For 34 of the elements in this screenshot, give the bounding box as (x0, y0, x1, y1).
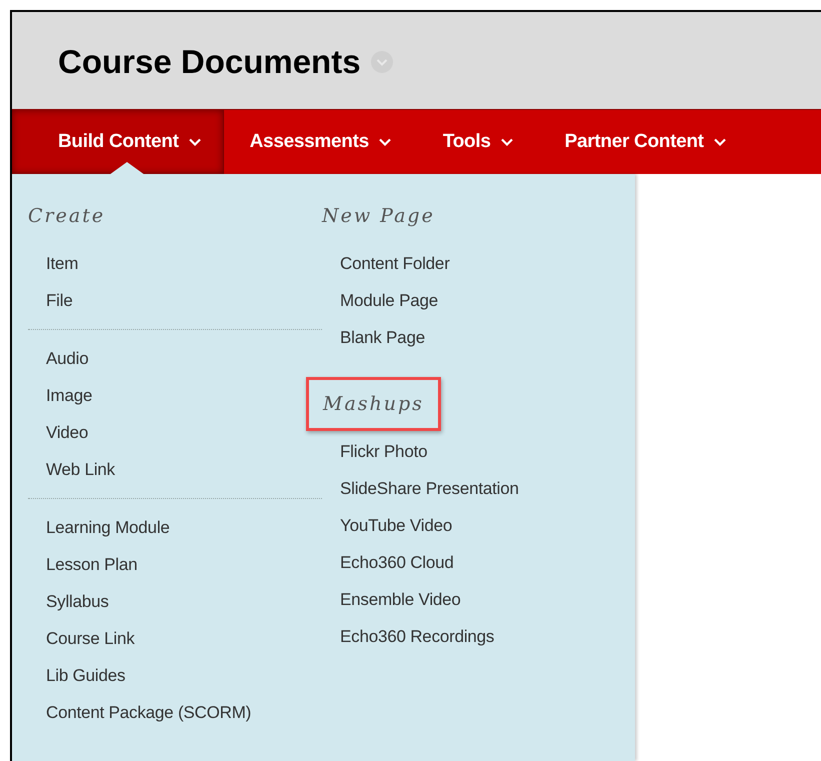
chevron-down-icon (188, 138, 201, 146)
menu-item[interactable]: Web Link (28, 451, 115, 488)
menu-item[interactable]: Image (28, 377, 92, 414)
menu-item[interactable]: Learning Module (28, 509, 170, 546)
menu-item[interactable]: Item (28, 245, 78, 282)
chevron-down-icon (378, 138, 391, 146)
menu-item[interactable]: Audio (28, 340, 88, 377)
section-heading: New Page (322, 204, 435, 229)
chevron-down-icon (500, 138, 513, 146)
menu-item[interactable]: Echo360 Cloud (322, 544, 454, 581)
menu-item[interactable]: Module Page (322, 282, 438, 319)
nav-tab[interactable]: Assessments (224, 110, 417, 174)
menu-item[interactable]: Lesson Plan (28, 546, 138, 583)
menu-item[interactable]: Content Folder (322, 245, 450, 282)
menu-item[interactable]: Ensemble Video (322, 581, 461, 618)
menu-item[interactable]: Echo360 Recordings (322, 618, 494, 655)
section-heading: Mashups (306, 376, 441, 432)
menu-item[interactable]: Video (28, 414, 88, 451)
menu-item[interactable]: Blank Page (322, 319, 425, 356)
menu-item[interactable]: YouTube Video (322, 507, 452, 544)
chevron-down-icon (714, 138, 726, 146)
nav-tab[interactable]: Build Content (12, 110, 224, 174)
menu-item[interactable]: Syllabus (28, 583, 109, 620)
chevron-down-icon[interactable] (370, 50, 393, 72)
section-heading: Create (28, 204, 106, 229)
nav-tab[interactable]: Tools (416, 110, 539, 174)
menu-item[interactable]: Course Link (28, 620, 135, 657)
nav-tab[interactable]: Partner Content (538, 110, 752, 174)
menu-item[interactable]: Content Package (SCORM) (28, 694, 252, 731)
menu-item[interactable]: File (28, 282, 73, 319)
page-title: Course Documents (58, 42, 361, 82)
menu-item[interactable]: SlideShare Presentation (322, 470, 519, 507)
menu-item[interactable]: Lib Guides (28, 657, 126, 694)
menu-item[interactable]: Flickr Photo (322, 433, 428, 470)
